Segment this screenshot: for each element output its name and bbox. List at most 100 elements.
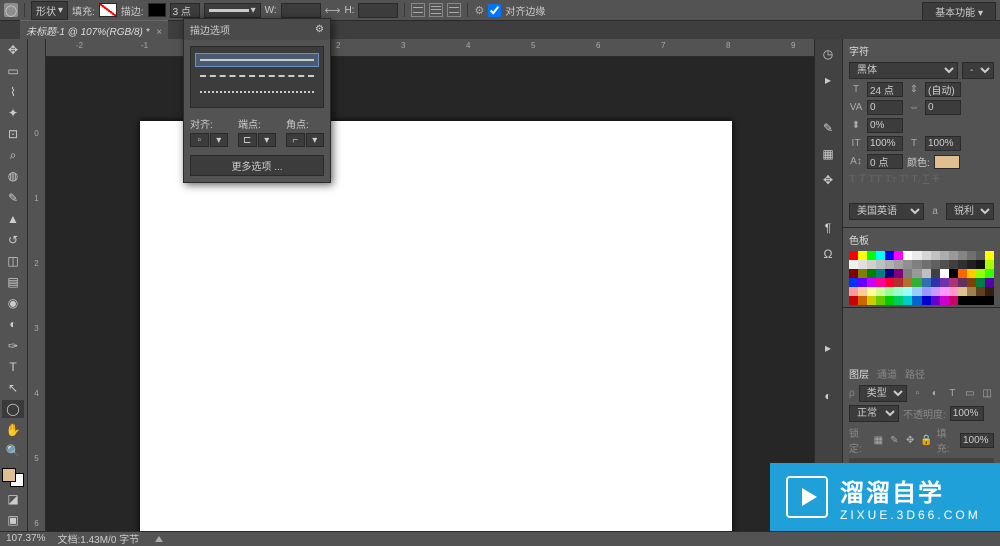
swatch-cell[interactable]: [967, 296, 976, 305]
swatch-cell[interactable]: [894, 269, 903, 278]
swatch-cell[interactable]: [931, 260, 940, 269]
swatch-cell[interactable]: [940, 269, 949, 278]
swatch-cell[interactable]: [985, 260, 994, 269]
swatch-cell[interactable]: [931, 287, 940, 296]
font-family-select[interactable]: 黑体: [849, 62, 958, 79]
swatch-cell[interactable]: [940, 296, 949, 305]
swatch-cell[interactable]: [858, 296, 867, 305]
swatch-cell[interactable]: [940, 260, 949, 269]
stroke-style-dropdown[interactable]: ▾: [204, 3, 261, 18]
doc-size[interactable]: 文档:1.43M/0 字节: [57, 531, 139, 546]
actions-panel-icon[interactable]: ▸: [819, 71, 837, 89]
swatch-cell[interactable]: [894, 251, 903, 260]
swatch-cell[interactable]: [867, 287, 876, 296]
align-inside-btn[interactable]: ▫: [190, 133, 209, 147]
tracking-input[interactable]: [925, 100, 961, 115]
swatch-cell[interactable]: [976, 251, 985, 260]
italic-btn[interactable]: T: [859, 173, 866, 185]
lock-trans-icon[interactable]: ▦: [872, 434, 884, 446]
fg-bg-colors[interactable]: [2, 468, 24, 487]
filter-adj-icon[interactable]: ◐: [928, 388, 941, 400]
swatch-cell[interactable]: [876, 287, 885, 296]
lasso-tool[interactable]: ⌇: [2, 83, 24, 100]
swatch-cell[interactable]: [985, 269, 994, 278]
lock-pos-icon[interactable]: ✥: [904, 434, 916, 446]
swatch-cell[interactable]: [958, 287, 967, 296]
brush-panel-icon[interactable]: ✎: [819, 119, 837, 137]
swatch-cell[interactable]: [967, 251, 976, 260]
swatch-cell[interactable]: [976, 278, 985, 287]
swatch-cell[interactable]: [985, 287, 994, 296]
fg-color[interactable]: [2, 468, 16, 482]
fill-swatch[interactable]: [99, 3, 117, 17]
more-options-button[interactable]: 更多选项 ...: [190, 155, 324, 176]
swatch-cell[interactable]: [903, 251, 912, 260]
swatch-cell[interactable]: [922, 296, 931, 305]
swatch-cell[interactable]: [967, 269, 976, 278]
swatch-cell[interactable]: [849, 260, 858, 269]
swatch-cell[interactable]: [958, 260, 967, 269]
canvas-area[interactable]: -2 -1 0 1 2 3 4 5 6 7 8 9: [46, 39, 814, 531]
corner-miter-btn[interactable]: ⌐: [286, 133, 305, 147]
swatch-cell[interactable]: [858, 269, 867, 278]
popup-gear-icon[interactable]: ⚙: [315, 24, 324, 35]
swatch-cell[interactable]: [876, 296, 885, 305]
swatch-cell[interactable]: [867, 260, 876, 269]
layers-tab[interactable]: 图层: [849, 366, 869, 381]
kerning-input[interactable]: [867, 100, 903, 115]
path-select-tool[interactable]: ↖: [2, 379, 24, 396]
swatch-cell[interactable]: [931, 278, 940, 287]
swatch-cell[interactable]: [985, 296, 994, 305]
swatch-cell[interactable]: [976, 287, 985, 296]
swatch-cell[interactable]: [958, 269, 967, 278]
move-tool[interactable]: ✥: [2, 41, 24, 58]
swatch-cell[interactable]: [949, 287, 958, 296]
swatch-cell[interactable]: [949, 278, 958, 287]
character-tab[interactable]: 字符: [849, 43, 869, 58]
path-arrange-icon[interactable]: [447, 3, 461, 17]
swatch-cell[interactable]: [985, 278, 994, 287]
swatch-cell[interactable]: [876, 278, 885, 287]
swatches-tab[interactable]: 色板: [849, 232, 869, 247]
baseline-input[interactable]: [867, 154, 903, 169]
heal-tool[interactable]: ◍: [2, 168, 24, 185]
vscale-input[interactable]: [867, 136, 903, 151]
font-size-input[interactable]: [867, 82, 903, 97]
swatch-cell[interactable]: [876, 251, 885, 260]
swatch-cell[interactable]: [876, 260, 885, 269]
swatch-cell[interactable]: [885, 260, 894, 269]
pct-input[interactable]: [867, 118, 903, 133]
swatches-grid[interactable]: [849, 251, 994, 305]
styles-panel-icon[interactable]: ▸: [819, 339, 837, 357]
swatch-cell[interactable]: [849, 287, 858, 296]
lock-all-icon[interactable]: 🔒: [920, 434, 932, 446]
swatch-cell[interactable]: [958, 278, 967, 287]
zoom-value[interactable]: 107.37%: [6, 533, 45, 544]
stroke-weight-input[interactable]: [170, 3, 200, 18]
swatch-cell[interactable]: [858, 251, 867, 260]
gradient-tool[interactable]: ▤: [2, 274, 24, 291]
opacity-input[interactable]: [950, 406, 984, 421]
eraser-tool[interactable]: ◫: [2, 252, 24, 269]
corner-dropdown[interactable]: ▾: [306, 133, 325, 147]
superscript-btn[interactable]: Tⁱ: [899, 172, 908, 185]
path-align-icon[interactable]: [429, 3, 443, 17]
stroke-solid-option[interactable]: [195, 53, 319, 67]
fill-opacity-input[interactable]: [960, 433, 994, 448]
type-tool[interactable]: T: [2, 358, 24, 375]
swatch-cell[interactable]: [949, 251, 958, 260]
swatch-cell[interactable]: [849, 278, 858, 287]
swatch-cell[interactable]: [849, 269, 858, 278]
underline-btn[interactable]: T: [923, 173, 930, 185]
swatch-cell[interactable]: [858, 278, 867, 287]
swatch-cell[interactable]: [967, 278, 976, 287]
pen-tool[interactable]: ✑: [2, 337, 24, 354]
clonesource-panel-icon[interactable]: ✥: [819, 171, 837, 189]
swatch-cell[interactable]: [867, 278, 876, 287]
swatch-cell[interactable]: [940, 278, 949, 287]
swatch-cell[interactable]: [885, 296, 894, 305]
subscript-btn[interactable]: Tᵢ: [911, 173, 920, 185]
swatch-cell[interactable]: [976, 260, 985, 269]
swatch-cell[interactable]: [894, 287, 903, 296]
stroke-dotted-option[interactable]: [195, 85, 319, 99]
